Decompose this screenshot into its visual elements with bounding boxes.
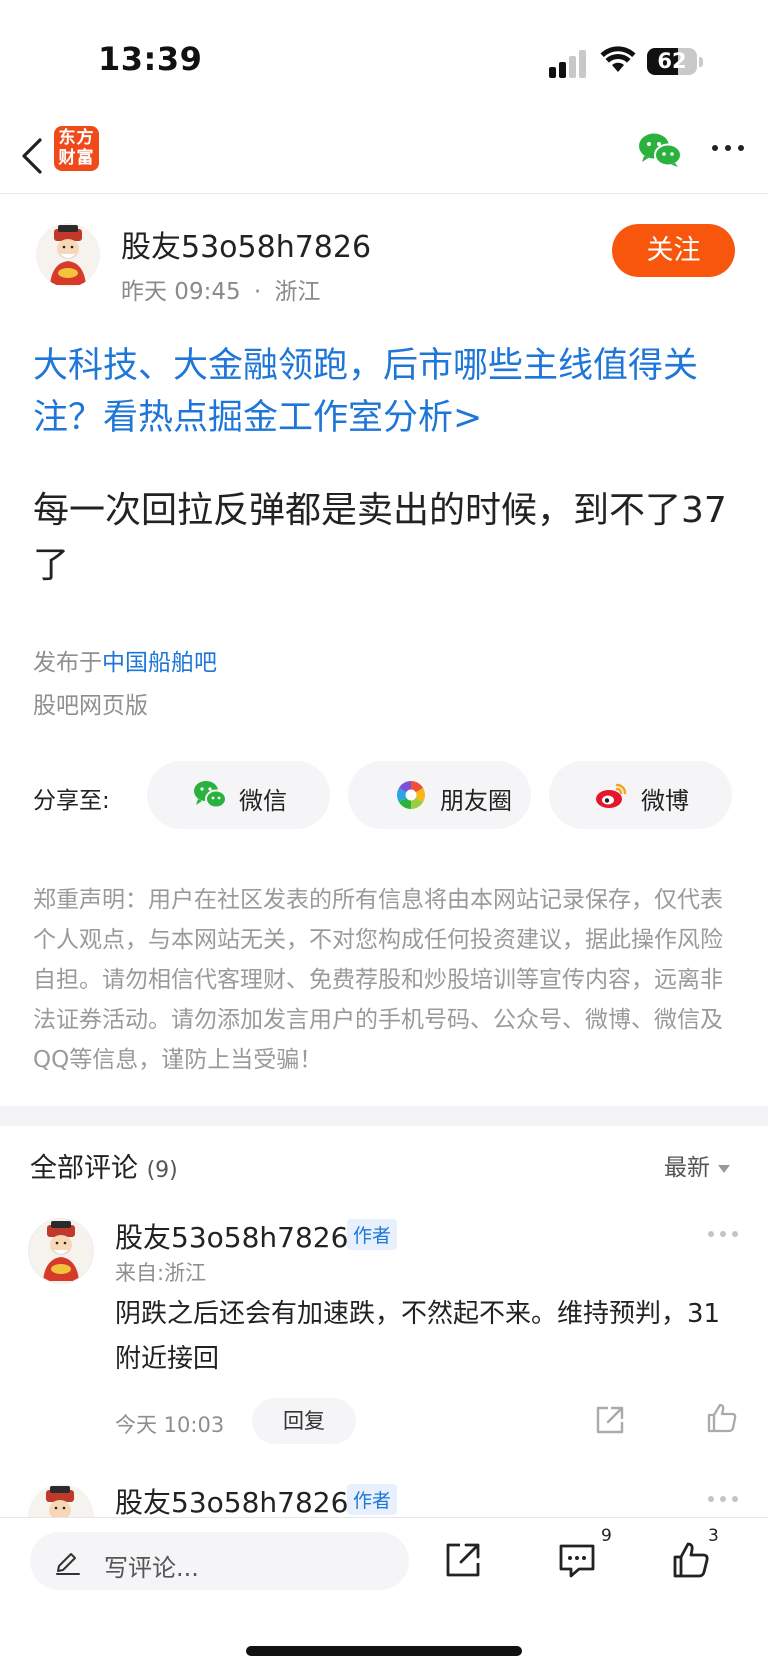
comments-count: (9) — [146, 1158, 178, 1183]
like-icon[interactable] — [671, 1540, 711, 1580]
share-icon[interactable] — [443, 1540, 483, 1580]
nav-bar: 东方 财富 — [0, 120, 768, 194]
reply-button[interactable]: 回复 — [252, 1398, 356, 1444]
share-label: 分享至: — [33, 788, 110, 814]
share-wechat-label: 微信 — [239, 787, 287, 815]
comment-author[interactable]: 股友53o58h7826 — [115, 1481, 348, 1521]
comment-like-icon[interactable] — [706, 1402, 738, 1434]
comment-avatar[interactable] — [28, 1218, 94, 1284]
comments-title-label: 全部评论 — [30, 1153, 138, 1184]
post-meta: 昨天 09:45 · 浙江 — [121, 272, 321, 306]
section-divider — [0, 1106, 768, 1126]
sort-label: 最新 — [664, 1155, 710, 1181]
pen-icon — [56, 1553, 80, 1575]
comment-input[interactable]: 写评论... — [30, 1532, 409, 1590]
app-logo[interactable]: 东方 财富 — [54, 126, 99, 171]
author-name[interactable]: 股友53o58h7826 — [121, 222, 371, 266]
home-indicator — [246, 1646, 522, 1656]
forum-link[interactable]: 中国船舶吧 — [102, 650, 217, 676]
comments-title: 全部评论 (9) — [30, 1146, 178, 1185]
comment-placeholder: 写评论... — [104, 1554, 199, 1582]
more-menu-icon[interactable] — [710, 142, 746, 154]
moments-icon — [397, 781, 425, 809]
share-weibo-label: 微博 — [641, 787, 689, 815]
comment-location: 来自:浙江 — [115, 1261, 207, 1285]
comment-more-icon[interactable] — [708, 1229, 740, 1239]
logo-line-2: 财富 — [58, 148, 95, 168]
status-bar: 13:39 62 — [0, 0, 768, 120]
comment-time: 今天 10:03 — [115, 1413, 225, 1437]
god-of-wealth-avatar-icon — [46, 1486, 74, 1517]
sort-select[interactable]: 最新 — [664, 1148, 730, 1182]
comment-avatar[interactable] — [28, 1484, 94, 1517]
post-time: 昨天 09:45 — [121, 279, 241, 305]
comment-author[interactable]: 股友53o58h7826 — [115, 1216, 348, 1256]
god-of-wealth-avatar-icon — [43, 1221, 79, 1281]
wechat-share-icon[interactable] — [638, 132, 682, 168]
comment-text: 阴跌之后还会有加速跌，不然起不来。维持预判，31附近接回 — [115, 1299, 721, 1374]
comment-count: 9 — [601, 1526, 612, 1546]
meta-separator: · — [253, 279, 262, 305]
author-badge: 作者 — [347, 1484, 398, 1515]
logo-line-1: 东方 — [58, 128, 95, 148]
comment-share-icon[interactable] — [594, 1404, 626, 1436]
dropdown-triangle-icon — [718, 1164, 730, 1173]
cellular-signal-icon — [549, 50, 593, 78]
published-prefix: 发布于 — [33, 650, 102, 676]
author-badge: 作者 — [347, 1219, 398, 1250]
share-weibo-button[interactable]: 微博 — [549, 761, 732, 829]
follow-button[interactable]: 关注 — [612, 224, 735, 277]
share-wechat-button[interactable]: 微信 — [147, 761, 330, 829]
comment-more-icon[interactable] — [708, 1494, 740, 1504]
post-location: 浙江 — [274, 279, 321, 305]
battery-level: 62 — [657, 49, 687, 73]
wechat-icon — [194, 781, 227, 809]
like-count: 3 — [708, 1526, 719, 1546]
published-in: 发布于中国船舶吧 — [33, 643, 217, 677]
web-version-label: 股吧网页版 — [33, 693, 148, 719]
comment-icon[interactable] — [557, 1540, 597, 1580]
weibo-icon — [596, 783, 627, 808]
status-time: 13:39 — [98, 40, 203, 78]
share-moments-label: 朋友圈 — [440, 787, 512, 815]
back-icon[interactable] — [18, 134, 48, 178]
disclaimer: 郑重声明：用户在社区发表的所有信息将由本网站记录保存，仅代表个人观点，与本网站无… — [33, 887, 723, 1073]
post-body: 每一次回拉反弹都是卖出的时候，到不了37了 — [33, 490, 727, 586]
author-avatar[interactable] — [36, 223, 100, 287]
battery-icon: 62 — [647, 48, 697, 75]
share-moments-button[interactable]: 朋友圈 — [348, 761, 531, 829]
wifi-icon — [600, 46, 636, 72]
battery-cap — [699, 57, 703, 67]
promo-link[interactable]: 大科技、大金融领跑，后市哪些主线值得关注？看热点掘金工作室分析> — [33, 340, 738, 444]
god-of-wealth-avatar-icon — [50, 225, 86, 285]
